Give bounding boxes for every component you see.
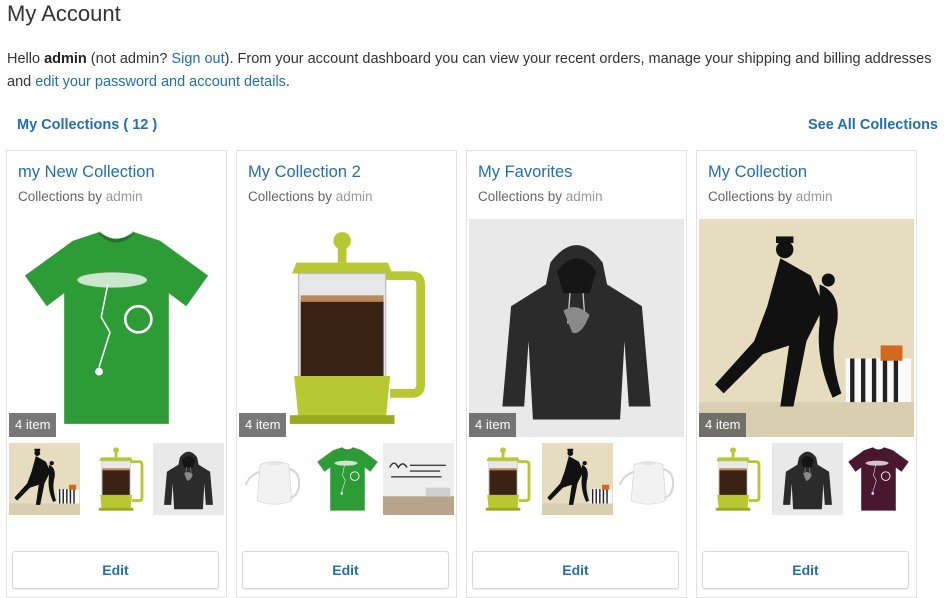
collection-cover-image[interactable] xyxy=(239,219,454,437)
page-title: My Account xyxy=(7,1,121,26)
item-count-badge: 4 item xyxy=(469,413,517,437)
intro-username: admin xyxy=(44,51,87,67)
thumbnail-image[interactable] xyxy=(469,443,540,515)
intro-hello: Hello xyxy=(7,51,45,67)
thumbnail-image[interactable] xyxy=(699,443,770,515)
thumbnail-image[interactable] xyxy=(613,443,684,515)
collection-card: my New Collection Collections by admin 4… xyxy=(6,150,227,598)
sign-out-link[interactable]: Sign out xyxy=(171,51,224,67)
edit-collection-button[interactable]: Edit xyxy=(472,551,679,589)
thumbnail-image[interactable] xyxy=(312,443,383,515)
intro-end: . xyxy=(285,74,290,90)
byline-label: Collections by xyxy=(708,189,796,204)
collection-byline: Collections by admin xyxy=(478,189,603,204)
byline-author: admin xyxy=(335,189,373,204)
collection-title-link[interactable]: My Collection 2 xyxy=(248,163,361,182)
thumbnail-image[interactable] xyxy=(9,443,80,515)
collection-thumbnails xyxy=(237,443,456,515)
byline-author: admin xyxy=(565,189,603,204)
collection-title-link[interactable]: my New Collection xyxy=(18,163,155,182)
intro-not-user: (not admin? xyxy=(86,51,172,67)
account-intro-text: Hello admin (not admin? Sign out). From … xyxy=(7,48,932,94)
byline-label: Collections by xyxy=(248,189,336,204)
byline-label: Collections by xyxy=(18,189,106,204)
collections-heading: My Collections ( 12 ) xyxy=(17,117,158,133)
collection-byline: Collections by admin xyxy=(18,189,143,204)
edit-account-link[interactable]: edit your password and account details xyxy=(35,74,286,90)
thumbnail-image[interactable] xyxy=(153,443,224,515)
collection-byline: Collections by admin xyxy=(248,189,373,204)
edit-collection-button[interactable]: Edit xyxy=(242,551,449,589)
byline-label: Collections by xyxy=(478,189,566,204)
collection-title-link[interactable]: My Favorites xyxy=(478,163,572,182)
thumbnail-image[interactable] xyxy=(542,443,613,515)
byline-author: admin xyxy=(105,189,143,204)
collection-thumbnails xyxy=(697,443,916,515)
collection-card: My Favorites Collections by admin 4 item xyxy=(466,150,687,598)
collection-card: My Collection 2 Collections by admin 4 i… xyxy=(236,150,457,598)
thumbnail-image[interactable] xyxy=(82,443,153,515)
collection-title-link[interactable]: My Collection xyxy=(708,163,807,182)
thumbnail-image[interactable] xyxy=(843,443,914,515)
collection-thumbnails xyxy=(7,443,226,515)
item-count-badge: 4 item xyxy=(699,413,747,437)
collection-cover-image[interactable] xyxy=(469,219,684,437)
thumbnail-image[interactable] xyxy=(239,443,310,515)
collection-card: My Collection Collections by admin 4 ite… xyxy=(696,150,917,598)
thumbnail-image[interactable] xyxy=(772,443,843,515)
see-all-collections-link[interactable]: See All Collections xyxy=(808,117,938,133)
collection-byline: Collections by admin xyxy=(708,189,833,204)
thumbnail-image[interactable] xyxy=(383,443,454,515)
edit-collection-button[interactable]: Edit xyxy=(702,551,909,589)
collection-thumbnails xyxy=(467,443,686,515)
collections-grid: my New Collection Collections by admin 4… xyxy=(6,150,943,598)
collection-cover-image[interactable] xyxy=(699,219,914,437)
edit-collection-button[interactable]: Edit xyxy=(12,551,219,589)
byline-author: admin xyxy=(795,189,833,204)
item-count-badge: 4 item xyxy=(9,413,57,437)
item-count-badge: 4 item xyxy=(239,413,287,437)
collection-cover-image[interactable] xyxy=(9,219,224,437)
